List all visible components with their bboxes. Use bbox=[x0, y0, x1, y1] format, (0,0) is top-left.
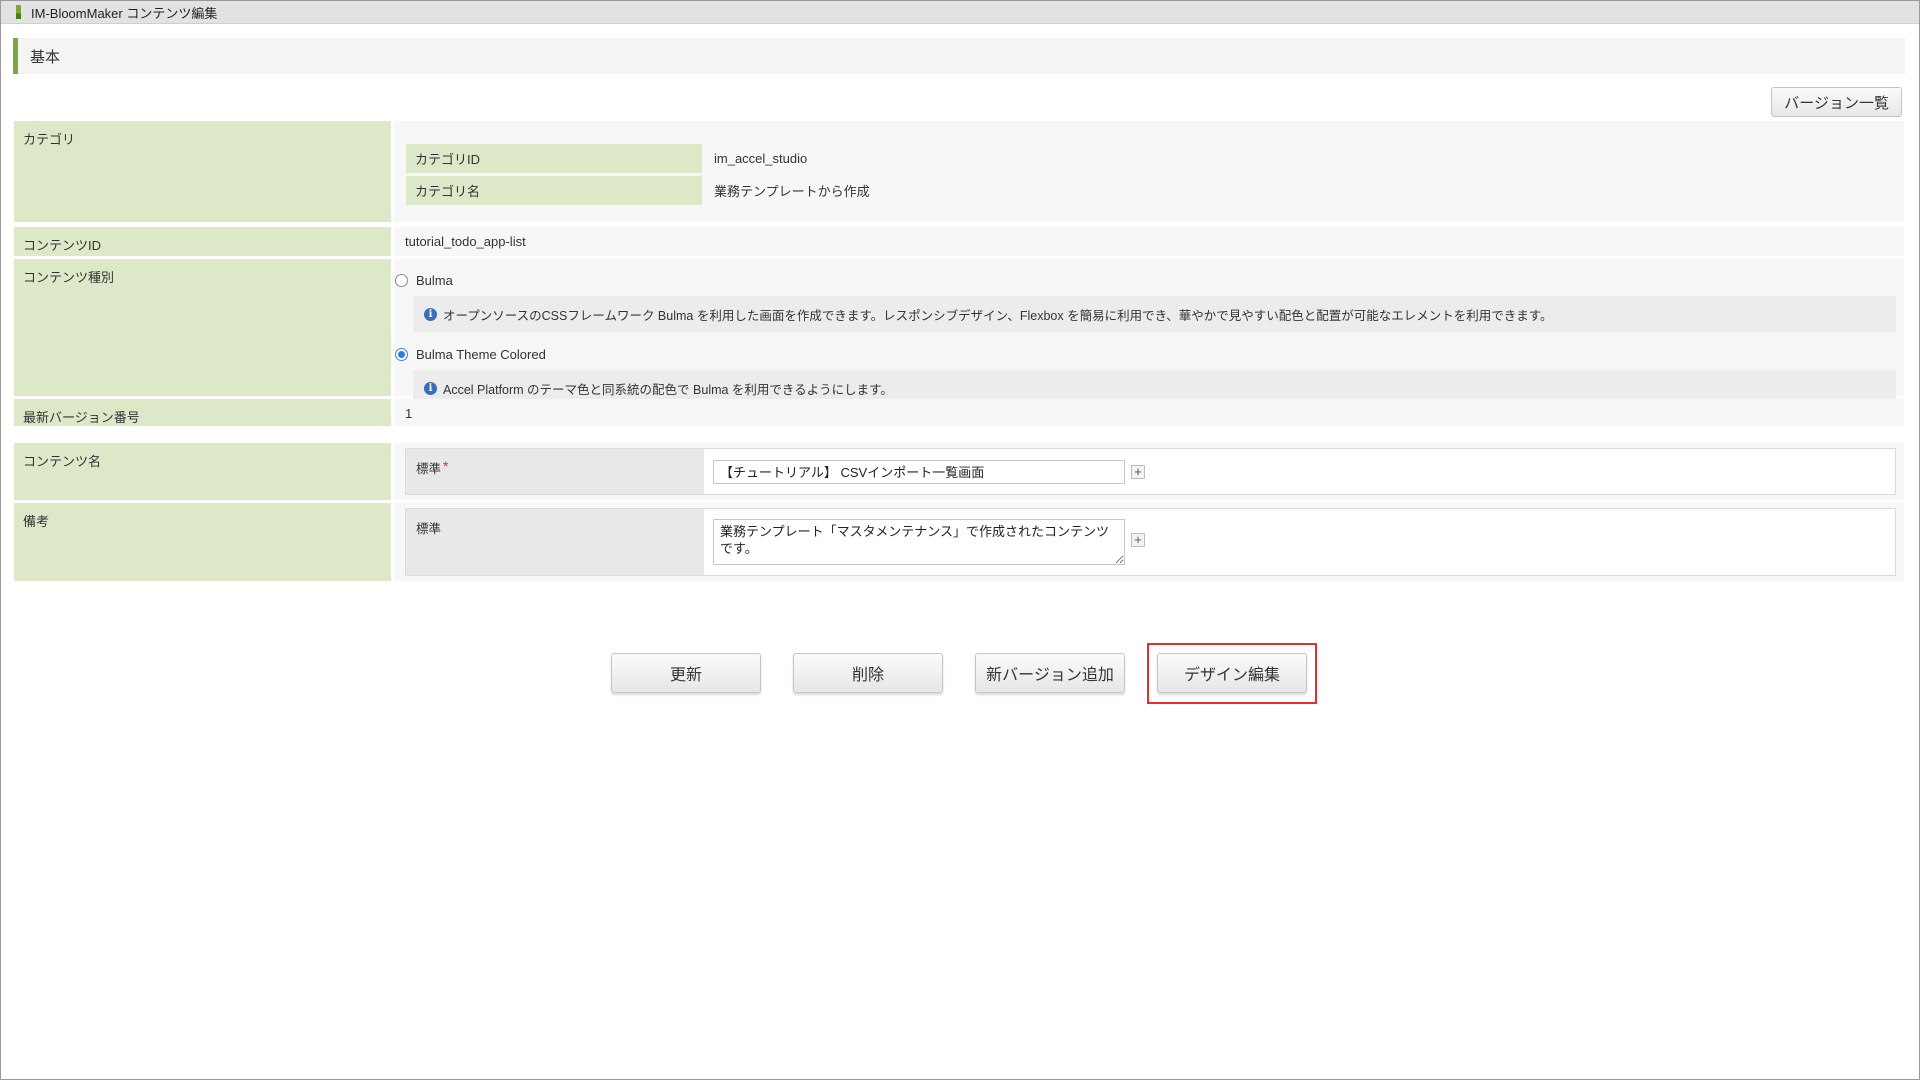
category-id-value: im_accel_studio bbox=[702, 144, 1894, 173]
note-locale-box: 標準 業務テンプレート「マスタメンテナンス」で作成されたコンテンツです。 + bbox=[405, 508, 1896, 576]
category-name-label: カテゴリ名 bbox=[406, 176, 702, 205]
delete-button[interactable]: 削除 bbox=[793, 653, 943, 693]
category-label: カテゴリ bbox=[14, 121, 391, 222]
info-text-bulma-theme-colored: Accel Platform のテーマ色と同系統の配色で Bulma を利用でき… bbox=[443, 382, 893, 397]
content-id-value: tutorial_todo_app-list bbox=[394, 227, 1904, 256]
radio-option-bulma-theme-colored[interactable]: Bulma Theme Colored bbox=[394, 344, 1896, 364]
window-title: IM-BloomMaker コンテンツ編集 bbox=[31, 5, 218, 21]
locale-label-standard: 標準 bbox=[416, 462, 442, 476]
version-list-button[interactable]: バージョン一覧 bbox=[1771, 87, 1902, 117]
info-box-bulma: i オープンソースのCSSフレームワーク Bulma を利用した画面を作成できま… bbox=[413, 296, 1896, 332]
note-value: 標準 業務テンプレート「マスタメンテナンス」で作成されたコンテンツです。 + bbox=[394, 503, 1904, 581]
latest-version-value: 1 bbox=[394, 399, 1904, 426]
content-name-label: コンテンツ名 bbox=[14, 443, 391, 500]
note-textarea[interactable]: 業務テンプレート「マスタメンテナンス」で作成されたコンテンツです。 bbox=[713, 519, 1125, 565]
radio-option-bulma[interactable]: Bulma bbox=[394, 270, 1896, 290]
note-row: 備考 標準 業務テンプレート「マスタメンテナンス」で作成されたコンテンツです。 … bbox=[14, 503, 1904, 581]
info-text-bulma: オープンソースのCSSフレームワーク Bulma を利用した画面を作成できます。… bbox=[443, 308, 1553, 323]
info-icon: i bbox=[424, 307, 437, 321]
latest-version-row: 最新バージョン番号 1 bbox=[14, 399, 1904, 426]
section-title: 基本 bbox=[30, 48, 61, 66]
radio-button-bulma[interactable] bbox=[395, 273, 408, 287]
info-icon: i bbox=[424, 381, 437, 395]
content-kind-options: Bulma i オープンソースのCSSフレームワーク Bulma を利用した画面… bbox=[394, 259, 1904, 406]
section-header: 基本 bbox=[13, 38, 1905, 74]
app-icon bbox=[16, 5, 21, 19]
radio-button-bulma-theme-colored[interactable] bbox=[395, 347, 408, 361]
content-name-input-wrap: + bbox=[704, 449, 1895, 494]
category-name-value: 業務テンプレートから作成 bbox=[702, 176, 1894, 205]
content-kind-row: コンテンツ種別 Bulma i オープンソースのCSSフレームワーク Bulma… bbox=[14, 259, 1904, 406]
content-name-input[interactable] bbox=[713, 459, 1125, 484]
content-id-row: コンテンツID tutorial_todo_app-list bbox=[14, 227, 1904, 256]
locale-label-standard: 標準 bbox=[416, 522, 442, 536]
note-locale-label: 標準 bbox=[406, 509, 704, 575]
category-id-label: カテゴリID bbox=[406, 144, 702, 173]
category-value: カテゴリID im_accel_studio カテゴリ名 業務テンプレートから作… bbox=[394, 121, 1904, 222]
content-name-value: 標準* + bbox=[394, 443, 1904, 500]
add-locale-plus-icon[interactable]: + bbox=[1131, 464, 1145, 479]
content-name-locale-label: 標準 * bbox=[406, 449, 704, 494]
content-name-locale-box: 標準* + bbox=[405, 448, 1896, 495]
note-label: 備考 bbox=[14, 503, 391, 581]
category-row: カテゴリ カテゴリID im_accel_studio カテゴリ名 業務テンプレ… bbox=[14, 121, 1904, 222]
action-buttons: 更新 削除 新バージョン追加 デザイン編集 bbox=[611, 653, 1307, 693]
add-version-button[interactable]: 新バージョン追加 bbox=[975, 653, 1125, 693]
content-name-row: コンテンツ名 標準* + bbox=[14, 443, 1904, 500]
design-edit-button[interactable]: デザイン編集 bbox=[1157, 653, 1307, 693]
required-mark: * bbox=[443, 458, 449, 474]
radio-label-bulma[interactable]: Bulma bbox=[416, 273, 453, 288]
update-button[interactable]: 更新 bbox=[611, 653, 761, 693]
radio-label-bulma-theme-colored[interactable]: Bulma Theme Colored bbox=[416, 347, 546, 362]
title-bar: IM-BloomMaker コンテンツ編集 bbox=[1, 1, 1919, 24]
note-input-wrap: 業務テンプレート「マスタメンテナンス」で作成されたコンテンツです。 + bbox=[704, 509, 1895, 575]
content-id-label: コンテンツID bbox=[14, 227, 391, 256]
latest-version-label: 最新バージョン番号 bbox=[14, 399, 391, 426]
content-kind-label: コンテンツ種別 bbox=[14, 259, 391, 396]
add-locale-plus-icon[interactable]: + bbox=[1131, 533, 1145, 547]
category-table: カテゴリID im_accel_studio カテゴリ名 業務テンプレートから作… bbox=[406, 141, 1894, 208]
